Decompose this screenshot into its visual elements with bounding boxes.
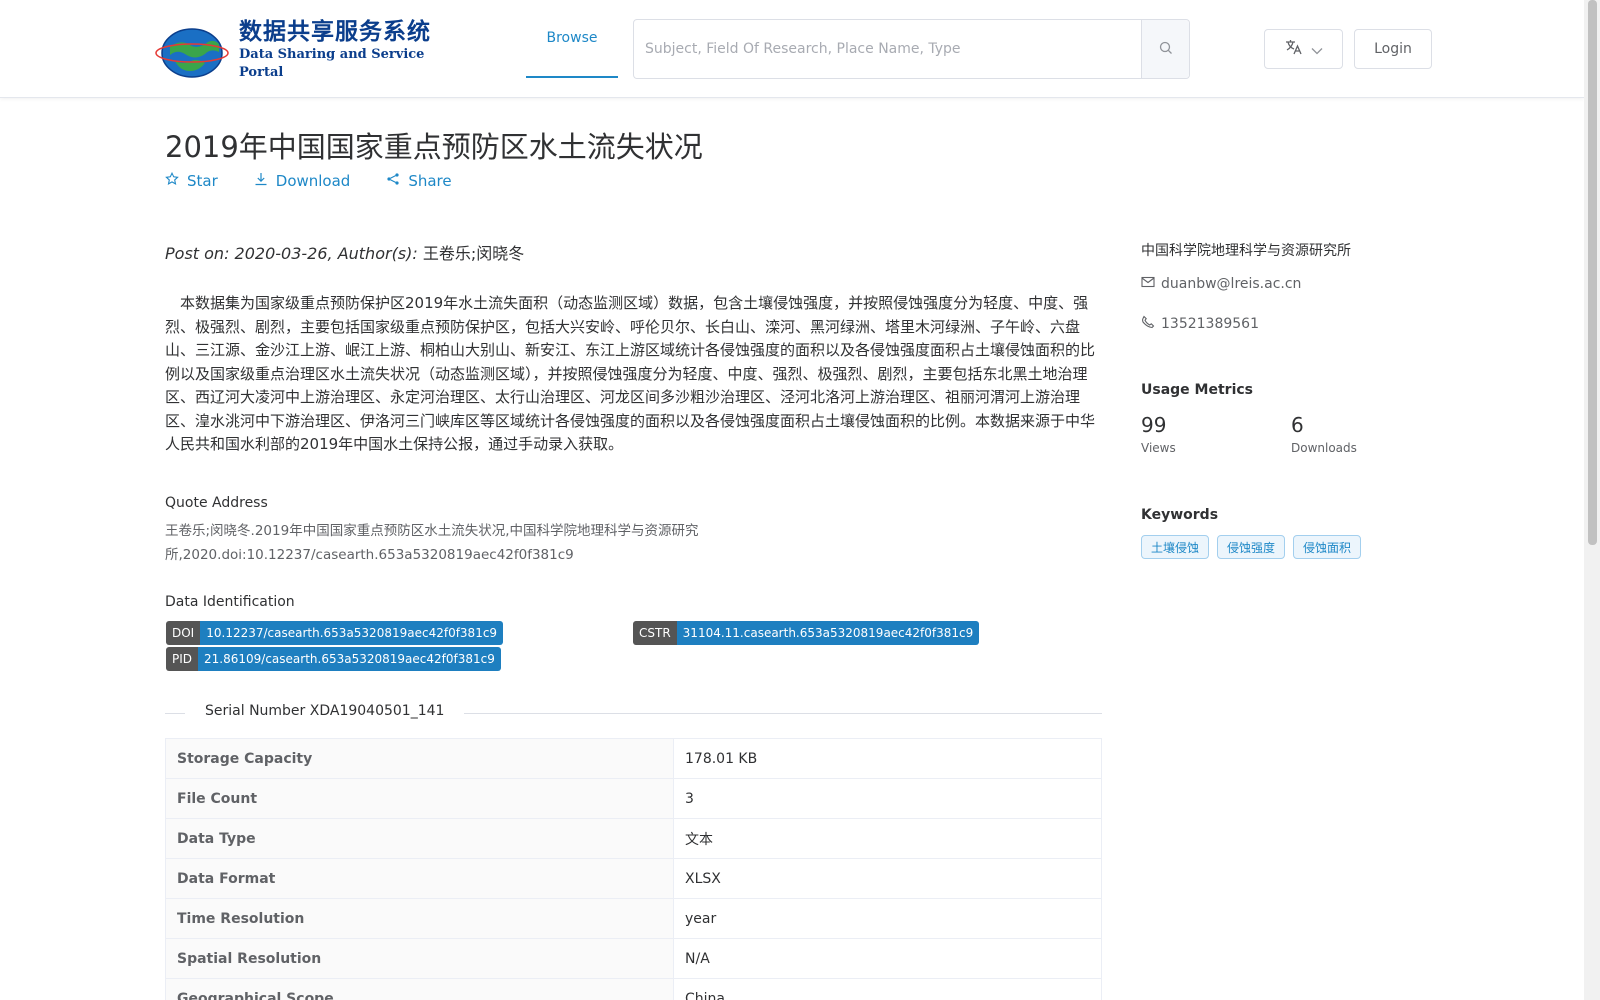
download-icon <box>254 172 268 190</box>
globe-logo-icon <box>153 21 231 79</box>
info-value: China <box>673 978 1102 1000</box>
info-key: Time Resolution <box>165 898 674 939</box>
star-button[interactable]: Star <box>165 171 218 190</box>
search-bar <box>633 19 1190 79</box>
phone-icon <box>1141 315 1155 333</box>
keyword-tag[interactable]: 土壤侵蚀 <box>1141 535 1210 559</box>
pid-badge[interactable]: PID 21.86109/casearth.653a5320819aec42f0… <box>166 647 501 671</box>
cstr-badge[interactable]: CSTR 31104.11.casearth.653a5320819aec42f… <box>633 621 980 645</box>
info-key: Geographical Scope <box>165 978 674 1000</box>
top-header: 数据共享服务系统 Data Sharing and Service Portal… <box>0 0 1584 98</box>
keyword-tag[interactable]: 侵蚀强度 <box>1217 535 1286 559</box>
info-value: 3 <box>673 778 1102 819</box>
info-value: XLSX <box>673 858 1102 899</box>
cstr-value: 31104.11.casearth.653a5320819aec42f0f381… <box>676 621 980 645</box>
logo-chinese-text: 数据共享服务系统 <box>239 19 431 45</box>
search-icon <box>1159 40 1173 59</box>
table-row: Data Type 文本 <box>165 818 1102 859</box>
login-button[interactable]: Login <box>1354 29 1432 69</box>
info-key: Data Type <box>165 818 674 859</box>
info-key: Spatial Resolution <box>165 938 674 979</box>
dataset-title: 2019年中国国家重点预防区水土流失状况 <box>165 130 703 164</box>
language-switcher[interactable] <box>1264 29 1343 69</box>
keywords-heading: Keywords <box>1141 507 1219 523</box>
info-value: N/A <box>673 938 1102 979</box>
downloads-metric: 6 Downloads <box>1291 413 1357 455</box>
contact-phone: 13521389561 <box>1141 315 1259 333</box>
info-value: 文本 <box>673 818 1102 859</box>
post-info: Post on: 2020-03-26, Author(s): 王卷乐;闵晓冬 <box>165 240 524 264</box>
search-button[interactable] <box>1141 20 1189 78</box>
email-text: duanbw@lreis.ac.cn <box>1161 276 1302 292</box>
star-label: Star <box>187 172 218 190</box>
organization-name: 中国科学院地理科学与资源研究所 <box>1141 243 1351 259</box>
page-scrollbar[interactable] <box>1584 0 1600 1000</box>
table-row: File Count 3 <box>165 778 1102 819</box>
dataset-info-table: Storage Capacity 178.01 KB File Count 3 Da… <box>165 738 1102 1000</box>
table-row: Data Format XLSX <box>165 858 1102 899</box>
share-button[interactable]: Share <box>386 172 452 190</box>
logo-english-text: Data Sharing and Service Portal <box>239 47 425 80</box>
keyword-tag[interactable]: 侵蚀面积 <box>1293 535 1362 559</box>
share-label: Share <box>408 172 452 190</box>
site-logo[interactable]: 数据共享服务系统 Data Sharing and Service Portal <box>153 19 438 80</box>
share-icon <box>386 172 400 190</box>
contact-email[interactable]: duanbw@lreis.ac.cn <box>1141 276 1301 292</box>
views-label: Views <box>1141 441 1176 455</box>
pid-value: 21.86109/casearth.653a5320819aec42f0f381… <box>198 647 501 671</box>
mail-icon <box>1141 276 1155 292</box>
serial-number: Serial Number XDA19040501_141 <box>185 703 465 719</box>
nav-browse-tab[interactable]: Browse <box>526 0 618 78</box>
table-row: Time Resolution year <box>165 898 1102 939</box>
table-row: Storage Capacity 178.01 KB <box>165 738 1102 779</box>
downloads-label: Downloads <box>1291 441 1357 455</box>
dataset-actions: Star Download Share <box>165 171 452 190</box>
downloads-count: 6 <box>1291 413 1304 437</box>
authors: 王卷乐;闵晓冬 <box>422 244 525 263</box>
download-button[interactable]: Download <box>254 172 351 190</box>
translate-icon <box>1285 39 1303 59</box>
usage-metrics-heading: Usage Metrics <box>1141 382 1253 398</box>
pid-key: PID <box>166 647 199 671</box>
post-date-label: Post on: 2020-03-26, Author(s): <box>165 244 423 263</box>
cstr-key: CSTR <box>633 621 677 645</box>
views-count: 99 <box>1141 413 1167 437</box>
doi-badge[interactable]: DOI 10.12237/casearth.653a5320819aec42f0… <box>166 621 504 645</box>
phone-text: 13521389561 <box>1161 316 1259 332</box>
quote-address-text: 王卷乐;闵晓冬.2019年中国国家重点预防区水土流失状况,中国科学院地理科学与资… <box>165 523 699 563</box>
info-key: Data Format <box>165 858 674 899</box>
scrollbar-thumb[interactable] <box>1588 0 1597 545</box>
download-label: Download <box>275 172 351 190</box>
star-icon <box>165 171 179 190</box>
table-row: Geographical Scope China <box>165 978 1102 1000</box>
search-input[interactable] <box>634 20 1141 78</box>
doi-key: DOI <box>166 621 201 645</box>
info-value: 178.01 KB <box>673 738 1102 779</box>
views-metric: 99 Views <box>1141 413 1176 455</box>
keyword-tags: 土壤侵蚀 侵蚀强度 侵蚀面积 <box>1141 535 1362 559</box>
quote-address-heading: Quote Address <box>165 495 268 511</box>
dataset-description: 本数据集为国家级重点预防保护区2019年水土流失面积（动态监测区域）数据，包含土… <box>165 294 1096 453</box>
data-identification-heading: Data Identification <box>165 594 295 610</box>
chevron-down-icon <box>1311 40 1323 59</box>
info-value: year <box>673 898 1102 939</box>
info-key: File Count <box>165 778 674 819</box>
info-key: Storage Capacity <box>165 738 674 779</box>
doi-value: 10.12237/casearth.653a5320819aec42f0f381… <box>200 621 504 645</box>
table-row: Spatial Resolution N/A <box>165 938 1102 979</box>
